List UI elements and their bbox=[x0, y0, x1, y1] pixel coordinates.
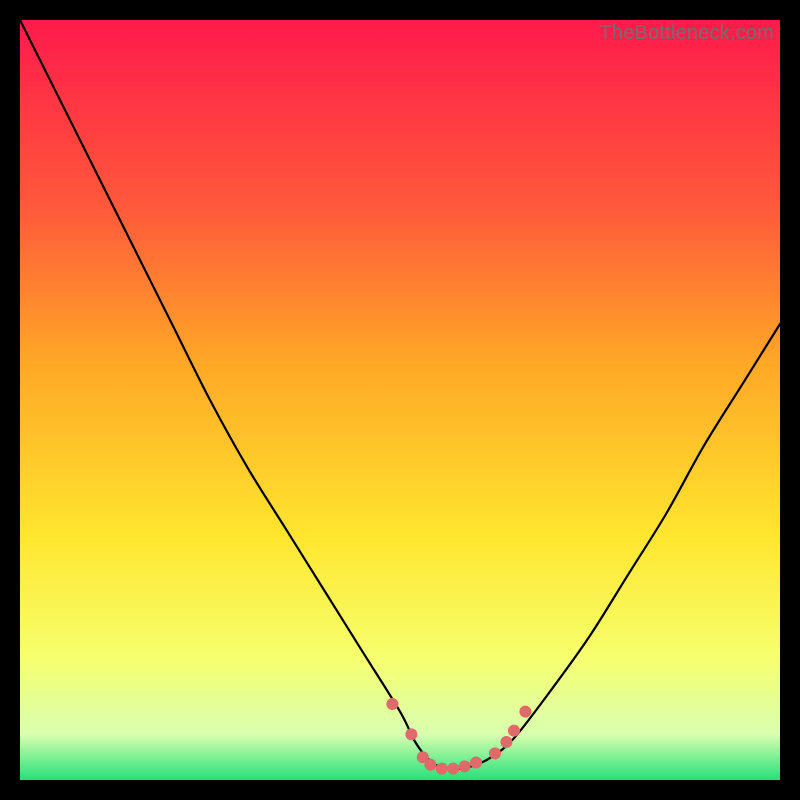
curve-marker bbox=[447, 763, 459, 775]
curve-marker bbox=[470, 757, 482, 769]
watermark-text: TheBottleneck.com bbox=[599, 22, 774, 45]
curve-marker bbox=[500, 736, 512, 748]
heat-gradient-bg bbox=[20, 20, 780, 780]
curve-marker bbox=[459, 760, 471, 772]
curve-marker bbox=[436, 763, 448, 775]
curve-marker bbox=[489, 747, 501, 759]
curve-marker bbox=[508, 725, 520, 737]
curve-marker bbox=[424, 759, 436, 771]
curve-marker bbox=[405, 728, 417, 740]
chart-frame: TheBottleneck.com bbox=[20, 20, 780, 780]
curve-marker bbox=[519, 706, 531, 718]
curve-marker bbox=[386, 698, 398, 710]
bottleneck-chart bbox=[20, 20, 780, 780]
